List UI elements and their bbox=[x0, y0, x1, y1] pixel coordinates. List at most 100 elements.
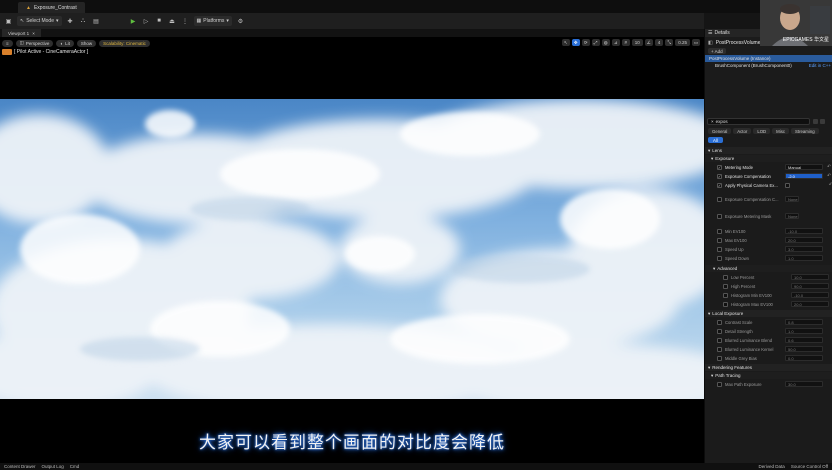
close-icon[interactable]: × bbox=[32, 31, 35, 36]
rotation-snap-value[interactable]: 4 bbox=[654, 39, 664, 46]
category-path-tracing[interactable]: ▾ Path Tracing bbox=[705, 372, 832, 379]
override-checkbox[interactable] bbox=[723, 283, 728, 289]
select-mode-button[interactable]: ↖ Select Mode ▾ bbox=[17, 16, 62, 26]
override-checkbox[interactable]: ✓ bbox=[717, 164, 722, 170]
speed-down-input[interactable]: 1.0 bbox=[785, 255, 823, 261]
grid-view-icon[interactable] bbox=[813, 119, 818, 124]
min-ev100-input[interactable]: -10.0 bbox=[785, 228, 823, 234]
override-checkbox[interactable] bbox=[717, 328, 722, 334]
speed-up-input[interactable]: 3.0 bbox=[785, 246, 823, 252]
details-search-input[interactable]: × expos bbox=[707, 118, 810, 125]
low-percent-input[interactable]: 10.0 bbox=[791, 274, 829, 280]
rotate-tool-icon[interactable]: ⟳ bbox=[581, 39, 590, 46]
category-lens[interactable]: ▾ Lens bbox=[705, 147, 832, 154]
stop-icon[interactable]: ■ bbox=[155, 17, 164, 26]
tab-actor[interactable]: Actor bbox=[733, 128, 752, 134]
category-advanced[interactable]: ▾ Advanced bbox=[705, 265, 832, 272]
override-checkbox[interactable] bbox=[717, 355, 722, 361]
surface-snap-icon[interactable]: ⊿ bbox=[611, 39, 620, 46]
detail-strength-input[interactable]: 1.0 bbox=[785, 328, 823, 334]
override-checkbox[interactable] bbox=[717, 228, 722, 234]
override-checkbox[interactable] bbox=[723, 274, 728, 280]
tab-general[interactable]: General bbox=[708, 128, 732, 134]
mask-asset-picker[interactable]: None bbox=[785, 213, 799, 219]
override-checkbox[interactable] bbox=[723, 292, 728, 298]
scalability-button[interactable]: Scalability: Cinematic bbox=[99, 39, 150, 47]
settings-icon[interactable]: ⚙ bbox=[236, 17, 245, 26]
tree-item-label: PostProcessVolume (Instance) bbox=[709, 56, 771, 61]
clear-search-icon[interactable]: × bbox=[711, 119, 714, 124]
override-checkbox[interactable] bbox=[723, 301, 728, 307]
component-tree-root[interactable]: PostProcessVolume (Instance) bbox=[705, 55, 832, 62]
override-checkbox[interactable]: ✓ bbox=[717, 182, 722, 188]
component-tree-child[interactable]: BrushComponent (BrushComponent0) Edit in… bbox=[705, 62, 832, 69]
document-tab[interactable]: ▲ Exposure_Contrast bbox=[18, 2, 85, 13]
category-exposure[interactable]: ▾ Exposure bbox=[705, 155, 832, 162]
override-checkbox[interactable] bbox=[717, 346, 722, 352]
histogram-max-input[interactable]: 20.0 bbox=[791, 301, 829, 307]
add-actor-icon[interactable]: ✚ bbox=[66, 17, 75, 26]
save-icon[interactable]: ▣ bbox=[4, 17, 13, 26]
rotation-snap-icon[interactable]: ∠ bbox=[644, 39, 653, 46]
tab-misc[interactable]: Misc bbox=[772, 128, 790, 134]
grid-size-value[interactable]: 10 bbox=[631, 39, 643, 46]
contrast-scale-input[interactable]: 0.8 bbox=[785, 319, 823, 325]
lit-button[interactable]: ◐ Lit bbox=[56, 39, 74, 47]
scale-tool-icon[interactable]: ⤢ bbox=[591, 39, 600, 46]
cmd-button[interactable]: Cmd bbox=[70, 464, 80, 469]
world-icon[interactable]: ◍ bbox=[601, 39, 610, 46]
step-icon[interactable]: ▷ bbox=[142, 17, 151, 26]
level-viewport[interactable]: ≡ ◫ Perspective ◐ Lit Show Scalability: … bbox=[0, 37, 704, 463]
play-icon[interactable]: ▶ bbox=[129, 17, 138, 26]
select-tool-icon[interactable]: ↖ bbox=[561, 39, 570, 46]
max-ev100-input[interactable]: 20.0 bbox=[785, 237, 823, 243]
cinematics-icon[interactable]: ▤ bbox=[92, 17, 101, 26]
tab-lod[interactable]: LOD bbox=[753, 128, 771, 134]
reset-icon[interactable]: ↶ bbox=[827, 164, 831, 170]
derived-data-button[interactable]: Derived Data bbox=[759, 464, 785, 469]
blurred-luminance-kernel-input[interactable]: 50.0 bbox=[785, 346, 823, 352]
override-checkbox[interactable] bbox=[717, 213, 722, 219]
move-tool-icon[interactable]: ✥ bbox=[571, 39, 580, 46]
more-options-icon[interactable]: ⋮ bbox=[181, 17, 190, 26]
content-drawer-button[interactable]: Content Drawer bbox=[4, 464, 36, 469]
override-checkbox[interactable] bbox=[717, 319, 722, 325]
settings-icon[interactable] bbox=[820, 119, 825, 124]
histogram-min-input[interactable]: -10.0 bbox=[791, 292, 829, 298]
max-path-exposure-input[interactable]: 30.0 bbox=[785, 381, 823, 387]
exposure-compensation-input[interactable]: -2.0 bbox=[785, 173, 823, 179]
viewport-tab[interactable]: Viewport 1 × bbox=[2, 29, 41, 37]
metering-mode-dropdown[interactable]: Manual bbox=[785, 164, 823, 170]
apply-physical-camera-checkbox[interactable] bbox=[784, 182, 790, 188]
edit-in-cpp-link[interactable]: Edit in C++ bbox=[809, 63, 831, 68]
override-checkbox[interactable] bbox=[717, 237, 722, 243]
high-percent-input[interactable]: 90.0 bbox=[791, 283, 829, 289]
add-component-button[interactable]: + Add bbox=[708, 48, 726, 54]
scale-snap-value[interactable]: 0.25 bbox=[675, 39, 690, 46]
viewport-menu-button[interactable]: ≡ bbox=[2, 39, 13, 47]
scale-snap-icon[interactable]: ⤡ bbox=[665, 39, 674, 46]
blueprint-icon[interactable]: ⛬ bbox=[79, 17, 88, 26]
override-checkbox[interactable] bbox=[717, 255, 722, 261]
override-checkbox[interactable] bbox=[717, 381, 722, 387]
override-checkbox[interactable] bbox=[717, 246, 722, 252]
curve-asset-picker[interactable]: None bbox=[785, 196, 799, 202]
override-checkbox[interactable] bbox=[717, 196, 722, 202]
reset-icon[interactable]: ↶ bbox=[827, 173, 831, 179]
platforms-button[interactable]: ▦ Platforms ▾ bbox=[193, 16, 232, 26]
tab-streaming[interactable]: Streaming bbox=[791, 128, 819, 134]
camera-speed-icon[interactable]: ▭ bbox=[692, 39, 700, 46]
show-button[interactable]: Show bbox=[76, 39, 97, 47]
override-checkbox[interactable]: ✓ bbox=[717, 173, 722, 179]
blurred-luminance-blend-input[interactable]: 0.6 bbox=[785, 337, 823, 343]
tab-all[interactable]: All bbox=[708, 137, 723, 143]
output-log-button[interactable]: Output Log bbox=[42, 464, 64, 469]
middle-grey-bias-input[interactable]: 0.0 bbox=[785, 355, 823, 361]
category-local-exposure[interactable]: ▾ Local Exposure bbox=[705, 310, 832, 317]
perspective-button[interactable]: ◫ Perspective bbox=[15, 39, 54, 47]
source-control-button[interactable]: Source Control Off bbox=[791, 464, 832, 469]
eject-icon[interactable]: ⏏ bbox=[168, 17, 177, 26]
grid-snap-icon[interactable]: # bbox=[621, 39, 630, 46]
category-rendering-features[interactable]: ▾ Rendering Features bbox=[705, 364, 832, 371]
override-checkbox[interactable] bbox=[717, 337, 722, 343]
